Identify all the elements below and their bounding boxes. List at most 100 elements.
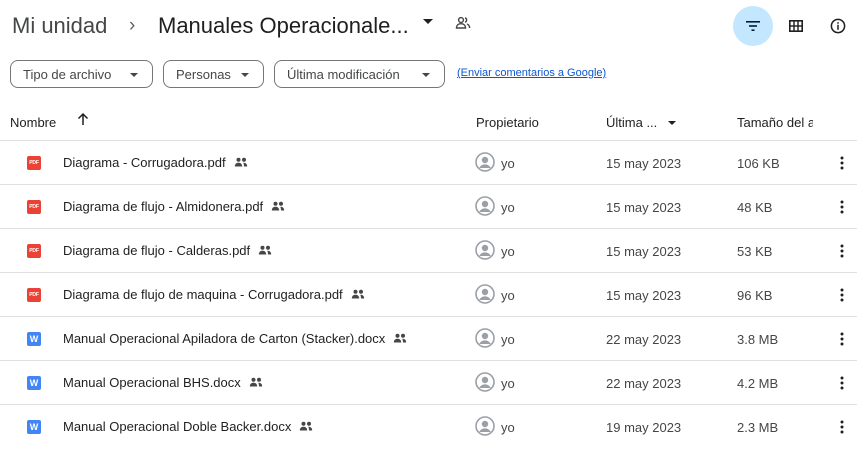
breadcrumb-separator: ›	[129, 15, 136, 36]
modified-column-chevron-down-icon[interactable]	[668, 121, 676, 125]
chevron-down-icon	[241, 73, 249, 77]
file-name[interactable]: Manual Operacional Apiladora de Carton (…	[63, 331, 385, 346]
shared-icon	[351, 287, 365, 302]
file-size: 2.3 MB	[737, 420, 779, 435]
breadcrumb-root[interactable]: Mi unidad	[12, 13, 107, 39]
owner-name: yo	[501, 244, 515, 259]
modified-date: 15 may 2023	[606, 244, 682, 259]
file-name-cell[interactable]: Diagrama de flujo de maquina - Corrugado…	[63, 287, 365, 302]
owner-name: yo	[501, 156, 515, 171]
header-bar: Mi unidad › Manuales Operacionale...	[0, 0, 857, 56]
modified-date: 15 may 2023	[606, 288, 682, 303]
owner-name: yo	[501, 200, 515, 215]
owner-avatar-icon	[475, 152, 495, 175]
table-row[interactable]: W Manual Operacional Doble Backer.docx yo 1…	[0, 405, 857, 449]
table-row[interactable]: PDF Diagrama de flujo - Almidonera.pdf yo 1…	[0, 185, 857, 229]
grid-view-button[interactable]	[776, 6, 816, 46]
word-icon: W	[27, 332, 41, 346]
shared-icon	[234, 155, 248, 170]
owner-avatar-icon	[475, 284, 495, 307]
file-name-cell[interactable]: Manual Operacional BHS.docx	[63, 375, 263, 390]
info-icon	[830, 18, 846, 34]
file-list: PDF Diagrama - Corrugadora.pdf yo 15 may 20…	[0, 141, 857, 449]
filter-toggle-button[interactable]	[733, 6, 773, 46]
grid-view-icon	[789, 20, 803, 32]
shared-icon	[299, 419, 313, 434]
more-actions-icon[interactable]	[830, 195, 854, 219]
file-size: 96 KB	[737, 288, 773, 303]
owner-avatar-icon	[475, 196, 495, 219]
more-actions-icon[interactable]	[830, 151, 854, 175]
owner-name: yo	[501, 420, 515, 435]
shared-folder-icon	[455, 16, 471, 35]
chevron-down-icon	[130, 73, 138, 77]
shared-icon	[258, 243, 272, 258]
pdf-icon: PDF	[27, 288, 41, 302]
more-actions-icon[interactable]	[830, 415, 854, 439]
file-size: 106 KB	[737, 156, 780, 171]
file-name-cell[interactable]: Diagrama de flujo - Almidonera.pdf	[63, 199, 285, 214]
owner-avatar-icon	[475, 416, 495, 439]
modified-date: 15 may 2023	[606, 156, 682, 171]
modified-date: 19 may 2023	[606, 420, 682, 435]
owner-name: yo	[501, 332, 515, 347]
owner-avatar-icon	[475, 372, 495, 395]
file-name-cell[interactable]: Diagrama de flujo - Calderas.pdf	[63, 243, 272, 258]
pdf-icon: PDF	[27, 200, 41, 214]
column-header-modified[interactable]: Última ...	[606, 115, 657, 130]
more-actions-icon[interactable]	[830, 239, 854, 263]
table-row[interactable]: W Manual Operacional Apiladora de Carton …	[0, 317, 857, 361]
modified-filter-chip[interactable]: Última modificación	[274, 60, 445, 88]
send-feedback-link-text[interactable]: (Enviar comentarios a Google)	[457, 67, 606, 79]
file-name[interactable]: Diagrama de flujo - Calderas.pdf	[63, 243, 250, 258]
sort-ascending-arrow-icon[interactable]	[77, 112, 89, 129]
file-size: 48 KB	[737, 200, 773, 215]
column-header-size[interactable]: Tamaño del a	[737, 115, 813, 130]
file-size: 4.2 MB	[737, 376, 779, 391]
shared-icon	[249, 375, 263, 390]
filter-icon	[746, 21, 760, 31]
file-name[interactable]: Diagrama de flujo de maquina - Corrugado…	[63, 287, 343, 302]
modified-filter-label: Última modificación	[287, 66, 400, 82]
people-filter-label: Personas	[176, 66, 231, 82]
file-name[interactable]: Diagrama de flujo - Almidonera.pdf	[63, 199, 263, 214]
modified-date: 22 may 2023	[606, 332, 682, 347]
details-button[interactable]	[818, 6, 857, 46]
file-name[interactable]: Diagrama - Corrugadora.pdf	[63, 155, 226, 170]
table-row[interactable]: PDF Diagrama de flujo de maquina - Corrug…	[0, 273, 857, 317]
file-name-cell[interactable]: Manual Operacional Apiladora de Carton (…	[63, 331, 407, 346]
pdf-icon: PDF	[27, 156, 41, 170]
column-header-name[interactable]: Nombre	[10, 115, 56, 130]
file-name[interactable]: Manual Operacional BHS.docx	[63, 375, 241, 390]
table-row[interactable]: PDF Diagrama de flujo - Calderas.pdf yo 15 …	[0, 229, 857, 273]
owner-name: yo	[501, 288, 515, 303]
owner-name: yo	[501, 376, 515, 391]
modified-date: 22 may 2023	[606, 376, 682, 391]
more-actions-icon[interactable]	[830, 371, 854, 395]
modified-date: 15 may 2023	[606, 200, 682, 215]
file-type-filter-chip[interactable]: Tipo de archivo	[10, 60, 153, 88]
more-actions-icon[interactable]	[830, 283, 854, 307]
pdf-icon: PDF	[27, 244, 41, 258]
table-row[interactable]: W Manual Operacional BHS.docx yo 22 may 202…	[0, 361, 857, 405]
file-size: 3.8 MB	[737, 332, 779, 347]
file-name-cell[interactable]: Diagrama - Corrugadora.pdf	[63, 155, 248, 170]
file-size: 53 KB	[737, 244, 773, 259]
owner-avatar-icon	[475, 328, 495, 351]
shared-icon	[271, 199, 285, 214]
file-type-filter-label: Tipo de archivo	[23, 66, 112, 82]
owner-avatar-icon	[475, 240, 495, 263]
more-actions-icon[interactable]	[830, 327, 854, 351]
table-header: Nombre Propietario Última ... Tamaño del…	[0, 104, 857, 141]
file-name[interactable]: Manual Operacional Doble Backer.docx	[63, 419, 291, 434]
chevron-down-icon	[422, 73, 430, 77]
table-row[interactable]: PDF Diagrama - Corrugadora.pdf yo 15 may 20…	[0, 141, 857, 185]
file-name-cell[interactable]: Manual Operacional Doble Backer.docx	[63, 419, 313, 434]
folder-menu-chevron-down-icon[interactable]	[423, 19, 433, 24]
people-filter-chip[interactable]: Personas	[163, 60, 264, 88]
send-feedback-link[interactable]: (Enviar comentarios a Google)	[457, 67, 606, 79]
breadcrumb-current-folder[interactable]: Manuales Operacionale...	[158, 13, 409, 39]
shared-icon	[393, 331, 407, 346]
word-icon: W	[27, 420, 41, 434]
column-header-owner[interactable]: Propietario	[476, 115, 539, 130]
